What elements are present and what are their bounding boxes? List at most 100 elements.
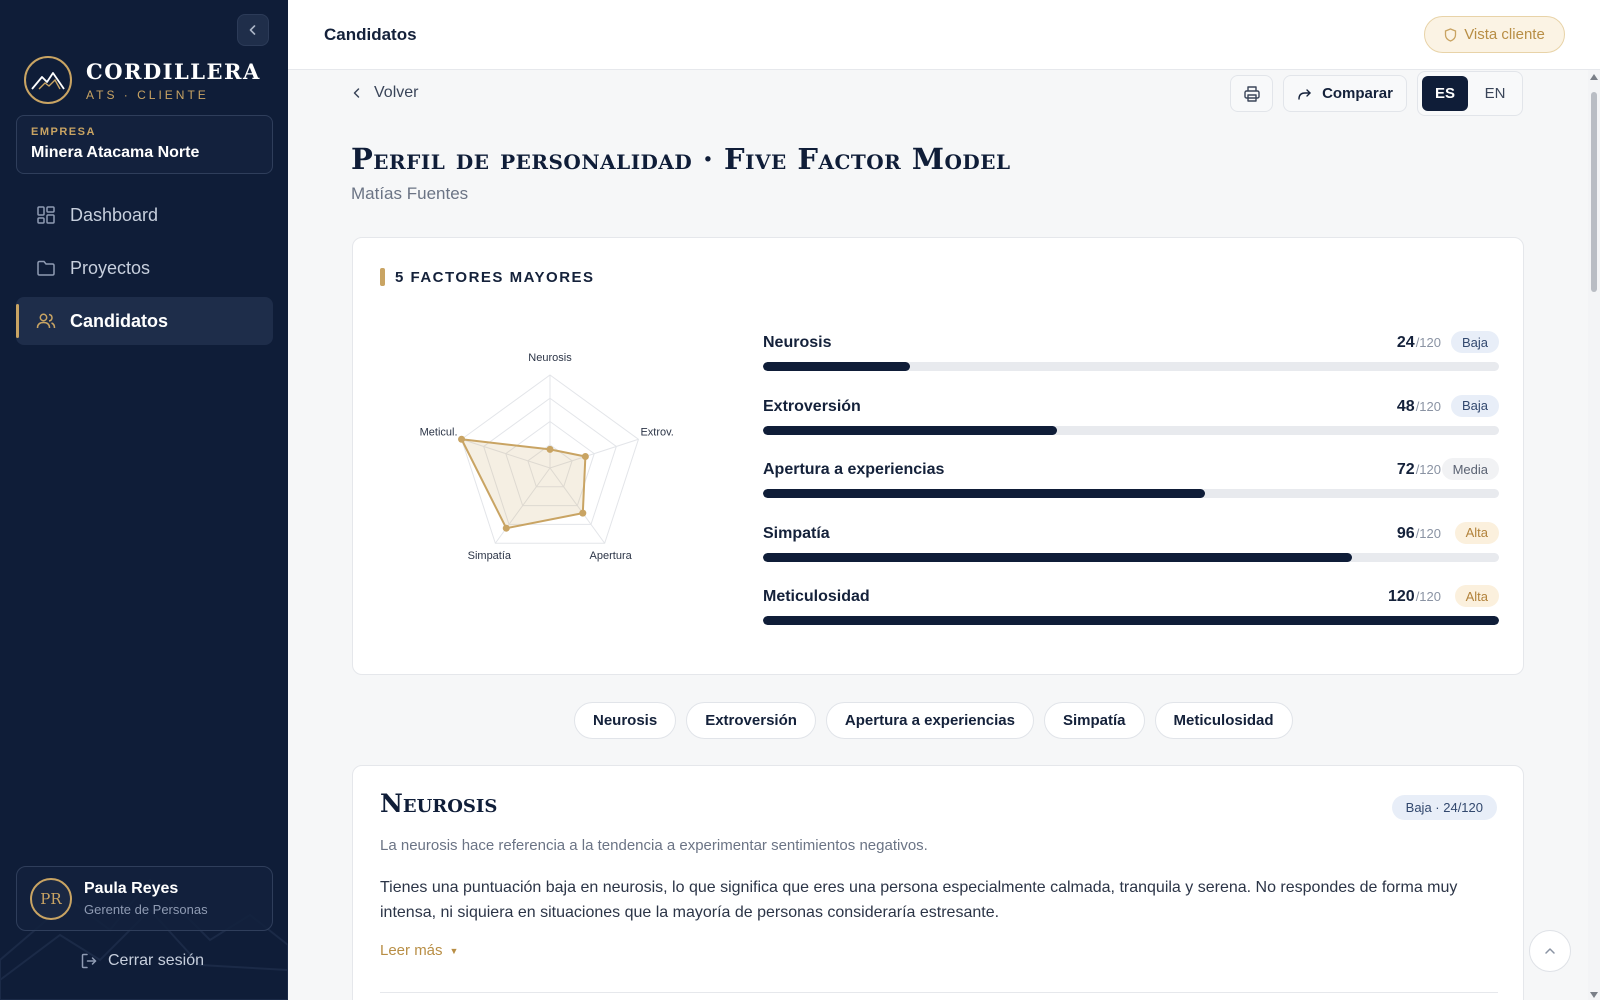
back-link[interactable]: Volver (352, 84, 418, 102)
avatar: PR (30, 877, 72, 920)
chevron-up-icon (1545, 948, 1555, 954)
status-badge: Baja (1450, 394, 1499, 417)
radar-chart: Neurosis Extrov. Apertura Simpatía Meticul. (420, 352, 674, 562)
status-badge: Baja · 24/120 (1391, 795, 1497, 820)
divider (380, 992, 1498, 993)
client-view-label: Vista cliente (1464, 26, 1545, 43)
factor-score-value: 96 (1396, 524, 1415, 542)
detail-body: Tienes una puntuación baja en neurosis, … (380, 879, 1458, 921)
tab-extroversion[interactable]: Extroversión (686, 702, 816, 739)
radar-axis-label: Meticul. (420, 426, 458, 438)
brand-name: CORDILLERA (86, 58, 261, 84)
scroll-up-icon[interactable] (1590, 74, 1598, 80)
factor-name: Extroversión (763, 397, 861, 415)
topbar-title: Candidatos (324, 25, 417, 44)
sidebar-item-dashboard[interactable]: Dashboard (16, 191, 273, 239)
candidate-name: Matías Fuentes (351, 184, 469, 203)
factor-detail-card: Neurosis Baja · 24/120 La neurosis hace … (352, 765, 1524, 1000)
tab-apertura[interactable]: Apertura a experiencias (825, 702, 1034, 739)
factor-row-neurosis: Neurosis 24/120 Baja (763, 324, 1499, 388)
radar-data-point (546, 445, 554, 453)
factor-bars: Neurosis 24/120 Baja Extroversión 48/120… (763, 324, 1499, 642)
factor-row-extroversion: Extroversión 48/120 Baja (763, 388, 1499, 452)
factor-score-max: /120 (1415, 462, 1441, 477)
sidebar-item-proyectos[interactable]: Proyectos (16, 244, 273, 292)
sidebar-nav: Dashboard Proyectos Candidatos (16, 191, 273, 350)
compare-label: Comparar (1322, 85, 1393, 102)
scroll-to-top-button[interactable] (1529, 930, 1571, 972)
user-role: Gerente de Personas (84, 902, 208, 917)
logout-icon (81, 953, 97, 969)
topbar: Candidatos Vista cliente (288, 0, 1600, 70)
grid-icon (37, 206, 55, 224)
status-badge: Baja (1450, 331, 1499, 353)
tab-meticulosidad[interactable]: Meticulosidad (1154, 702, 1293, 739)
factor-score-value: 120 (1387, 588, 1415, 605)
chevron-left-icon (353, 88, 360, 98)
factor-row-apertura: Apertura a experiencias 72/120 Media (763, 451, 1499, 515)
user-name: Paula Reyes (84, 880, 179, 897)
company-selector[interactable]: EMPRESA Minera Atacama Norte (16, 115, 273, 174)
factor-score-value: 48 (1396, 397, 1415, 415)
factor-name: Meticulosidad (763, 588, 870, 605)
radar-data-point (502, 524, 510, 532)
sidebar-item-candidatos[interactable]: Candidatos (16, 297, 273, 345)
detail-intro: La neurosis hace referencia a la tendenc… (380, 837, 928, 854)
read-more-label: Leer más (380, 942, 443, 959)
tab-neurosis[interactable]: Neurosis (574, 702, 677, 739)
factor-row-simpatia: Simpatía 96/120 Alta (763, 515, 1499, 579)
factor-score-max: /120 (1415, 335, 1441, 350)
progress-fill (763, 552, 1352, 562)
read-more-link[interactable]: Leer más ▼ (380, 942, 458, 959)
page-title: Perfil de personalidad · Five Factor Mod… (351, 142, 1011, 176)
progress-fill (763, 362, 911, 371)
factors-section-title: 5 FACTORES MAYORES (380, 268, 595, 286)
collapse-sidebar-button[interactable] (237, 14, 269, 46)
lang-en-button[interactable]: EN (1472, 76, 1518, 111)
sidebar: CORDILLERA ATS · CLIENTE EMPRESA Minera … (0, 0, 288, 1000)
company-label: EMPRESA (31, 126, 96, 138)
radar-axis-label: Extrov. (640, 426, 673, 438)
users-icon (36, 313, 56, 329)
shield-icon (1445, 27, 1457, 42)
client-view-button[interactable]: Vista cliente (1424, 16, 1565, 53)
progress-fill (763, 489, 1205, 498)
language-toggle: ES EN (1417, 71, 1523, 116)
progress-track (763, 489, 1499, 498)
user-card[interactable]: PR Paula Reyes Gerente de Personas (16, 866, 273, 931)
scrollbar-thumb[interactable] (1591, 92, 1597, 292)
factor-score: 96/120 (1397, 525, 1441, 543)
factor-score-value: 72 (1396, 461, 1415, 478)
share-arrow-icon (1298, 88, 1311, 100)
factor-score: 24/120 (1397, 334, 1441, 352)
status-badge: Alta (1454, 585, 1499, 607)
print-button[interactable] (1230, 75, 1273, 112)
radar-axis-label: Neurosis (528, 352, 572, 364)
factor-score-max: /120 (1415, 589, 1441, 604)
progress-track (763, 552, 1499, 562)
radar-axis-label: Simpatía (468, 550, 512, 562)
logout-button[interactable]: Cerrar sesión (80, 952, 204, 970)
caret-down-icon: ▼ (449, 945, 459, 956)
status-badge: Media (1441, 458, 1499, 480)
factor-name: Neurosis (763, 334, 832, 351)
factor-score-max: /120 (1415, 525, 1441, 541)
lang-es-button[interactable]: ES (1422, 76, 1468, 111)
scroll-down-icon[interactable] (1590, 992, 1598, 998)
radar-series-area (460, 438, 587, 530)
sidebar-item-label: Candidatos (70, 310, 169, 331)
main-content: Volver Comparar ES EN Perfil de personal… (288, 70, 1584, 1000)
compare-button[interactable]: Comparar (1283, 75, 1407, 112)
tab-simpatia[interactable]: Simpatía (1044, 702, 1145, 739)
brand-logo[interactable]: CORDILLERA ATS · CLIENTE (24, 56, 261, 104)
scrollbar[interactable] (1588, 70, 1600, 1000)
detail-title: Neurosis (380, 789, 498, 818)
progress-fill (763, 425, 1058, 435)
factors-card: 5 FACTORES MAYORES Neurosis Extrov. Apertu… (352, 237, 1524, 675)
factor-score: 48/120 (1397, 398, 1441, 416)
mountain-logo-icon (24, 56, 72, 104)
sidebar-item-label: Dashboard (70, 204, 159, 225)
chevron-left-icon (249, 25, 256, 35)
progress-fill (763, 616, 1499, 625)
progress-track (763, 362, 1499, 371)
